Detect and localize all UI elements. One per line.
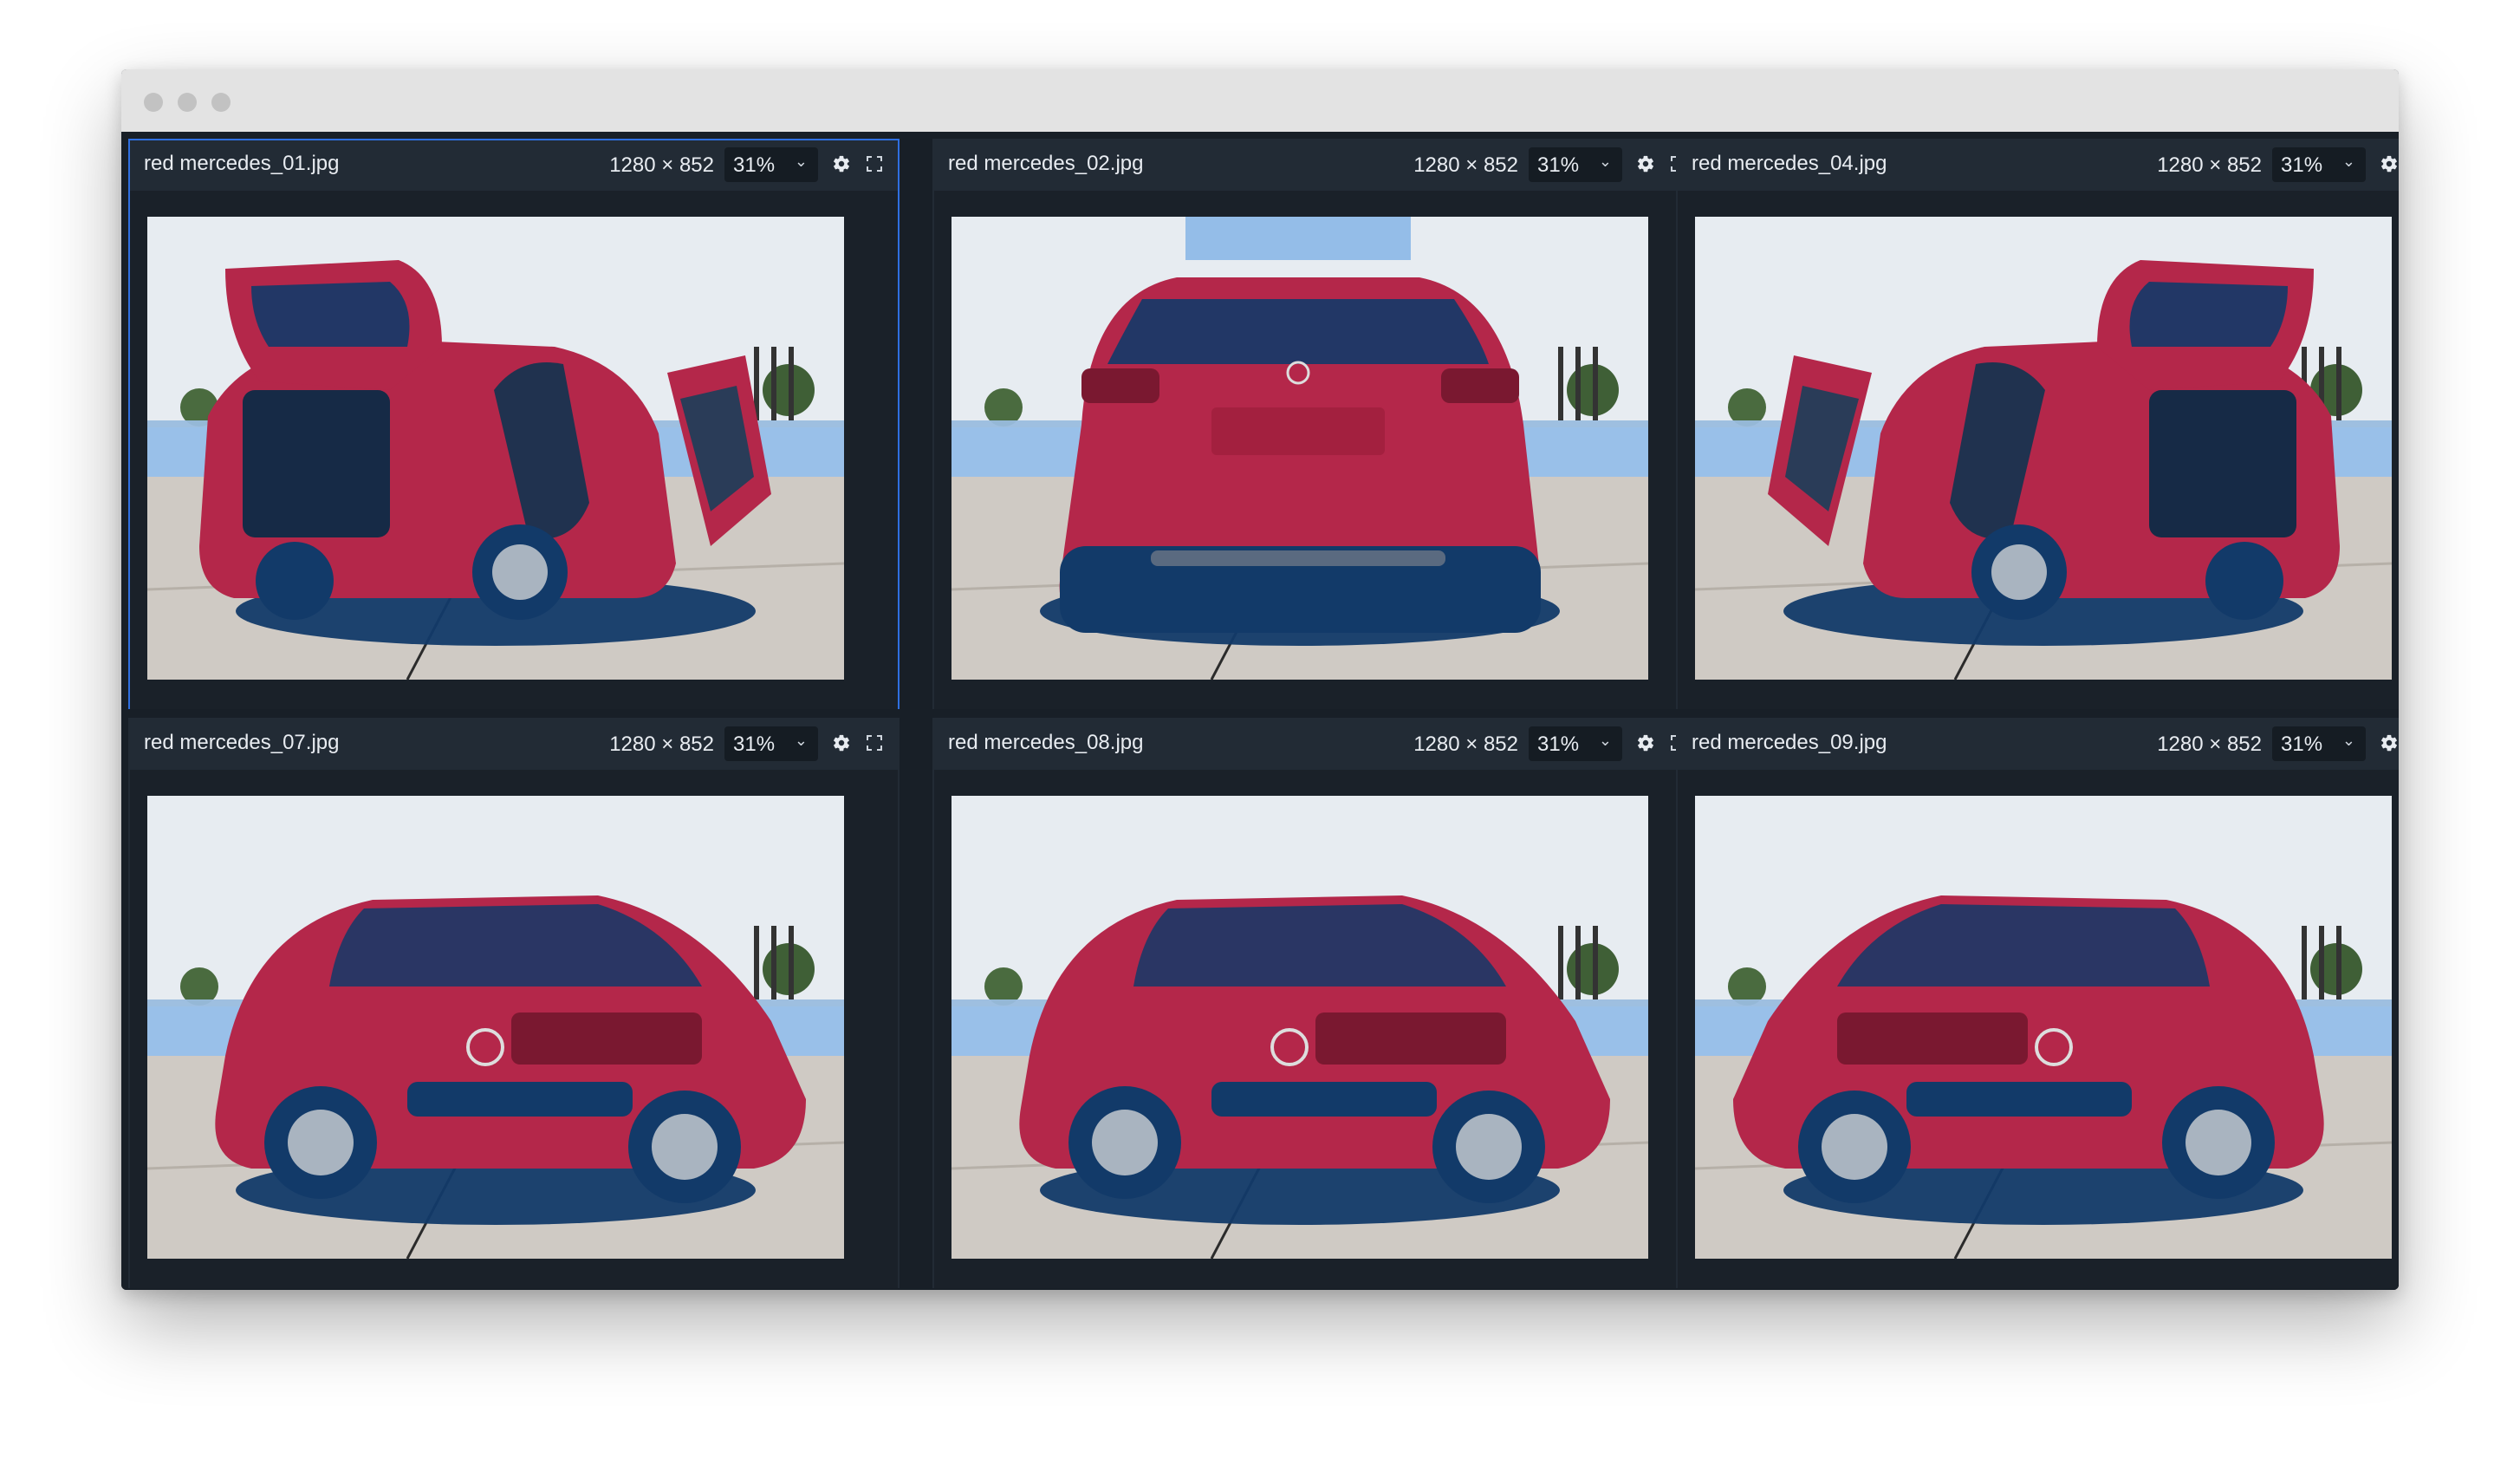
car-photo (147, 217, 844, 680)
panel-header: red mercedes_07.jpg 1280 × 852 31% ⌄ (130, 719, 898, 770)
zoom-value: 31% (1537, 153, 1580, 177)
zoom-window-button[interactable] (211, 93, 231, 112)
car-photo (951, 217, 1648, 680)
zoom-select[interactable]: 31% ⌄ (2272, 726, 2366, 761)
chevron-down-icon: ⌄ (2341, 153, 2355, 170)
image-canvas[interactable] (1678, 770, 2399, 1288)
zoom-select[interactable]: 31% ⌄ (724, 147, 818, 182)
panel-header: red mercedes_08.jpg 1280 × 852 31% ⌄ (934, 719, 1702, 770)
image-canvas[interactable] (934, 770, 1702, 1288)
zoom-value: 31% (733, 153, 776, 177)
image-panel-4[interactable]: red mercedes_07.jpg 1280 × 852 31% ⌄ (128, 718, 900, 1288)
image-panel-1[interactable]: red mercedes_01.jpg 1280 × 852 31% ⌄ (128, 139, 900, 709)
image-panel-6[interactable]: red mercedes_09.jpg 1280 × 852 31% ⌄ (1676, 718, 2399, 1288)
image-panel-3[interactable]: red mercedes_04.jpg 1280 × 852 31% ⌄ (1676, 139, 2399, 709)
chevron-down-icon: ⌄ (1598, 153, 1612, 170)
panel-header: red mercedes_02.jpg 1280 × 852 31% ⌄ (934, 140, 1702, 191)
image-dimensions: 1280 × 852 (1413, 732, 1518, 756)
app-window: red mercedes_01.jpg 1280 × 852 31% ⌄ red… (121, 69, 2399, 1290)
image-dimensions: 1280 × 852 (609, 153, 714, 177)
gear-icon[interactable] (2376, 151, 2399, 177)
image-canvas[interactable] (934, 191, 1702, 709)
expand-icon[interactable] (861, 730, 887, 756)
car-photo (1695, 217, 2392, 680)
image-canvas[interactable] (1678, 191, 2399, 709)
close-window-button[interactable] (144, 93, 163, 112)
chevron-down-icon: ⌄ (1598, 732, 1612, 749)
image-dimensions: 1280 × 852 (609, 732, 714, 756)
gear-icon[interactable] (1633, 151, 1659, 177)
zoom-value: 31% (1537, 732, 1580, 756)
file-name: red mercedes_09.jpg (1692, 731, 1887, 754)
image-dimensions: 1280 × 852 (2157, 153, 2262, 177)
chevron-down-icon: ⌄ (794, 732, 808, 749)
car-photo (147, 796, 844, 1259)
minimize-window-button[interactable] (178, 93, 197, 112)
car-photo (1695, 796, 2392, 1259)
chevron-down-icon: ⌄ (794, 153, 808, 170)
chevron-down-icon: ⌄ (2341, 732, 2355, 749)
image-grid: red mercedes_01.jpg 1280 × 852 31% ⌄ red… (121, 132, 2399, 1290)
title-bar (121, 69, 2399, 132)
image-dimensions: 1280 × 852 (2157, 732, 2262, 756)
gear-icon[interactable] (2376, 730, 2399, 756)
zoom-value: 31% (2281, 732, 2323, 756)
image-canvas[interactable] (130, 191, 898, 709)
file-name: red mercedes_02.jpg (948, 152, 1144, 175)
image-dimensions: 1280 × 852 (1413, 153, 1518, 177)
file-name: red mercedes_01.jpg (144, 152, 340, 175)
zoom-select[interactable]: 31% ⌄ (1529, 726, 1622, 761)
file-name: red mercedes_08.jpg (948, 731, 1144, 754)
zoom-value: 31% (733, 732, 776, 756)
image-canvas[interactable] (130, 770, 898, 1288)
zoom-select[interactable]: 31% ⌄ (2272, 147, 2366, 182)
gear-icon[interactable] (1633, 730, 1659, 756)
panel-header: red mercedes_01.jpg 1280 × 852 31% ⌄ (130, 140, 898, 191)
image-panel-5[interactable]: red mercedes_08.jpg 1280 × 852 31% ⌄ (932, 718, 1704, 1288)
car-photo (951, 796, 1648, 1259)
gear-icon[interactable] (828, 730, 854, 756)
gear-icon[interactable] (828, 151, 854, 177)
panel-header: red mercedes_09.jpg 1280 × 852 31% ⌄ (1678, 719, 2399, 770)
expand-icon[interactable] (861, 151, 887, 177)
file-name: red mercedes_07.jpg (144, 731, 340, 754)
zoom-value: 31% (2281, 153, 2323, 177)
file-name: red mercedes_04.jpg (1692, 152, 1887, 175)
panel-header: red mercedes_04.jpg 1280 × 852 31% ⌄ (1678, 140, 2399, 191)
zoom-select[interactable]: 31% ⌄ (1529, 147, 1622, 182)
image-panel-2[interactable]: red mercedes_02.jpg 1280 × 852 31% ⌄ (932, 139, 1704, 709)
zoom-select[interactable]: 31% ⌄ (724, 726, 818, 761)
